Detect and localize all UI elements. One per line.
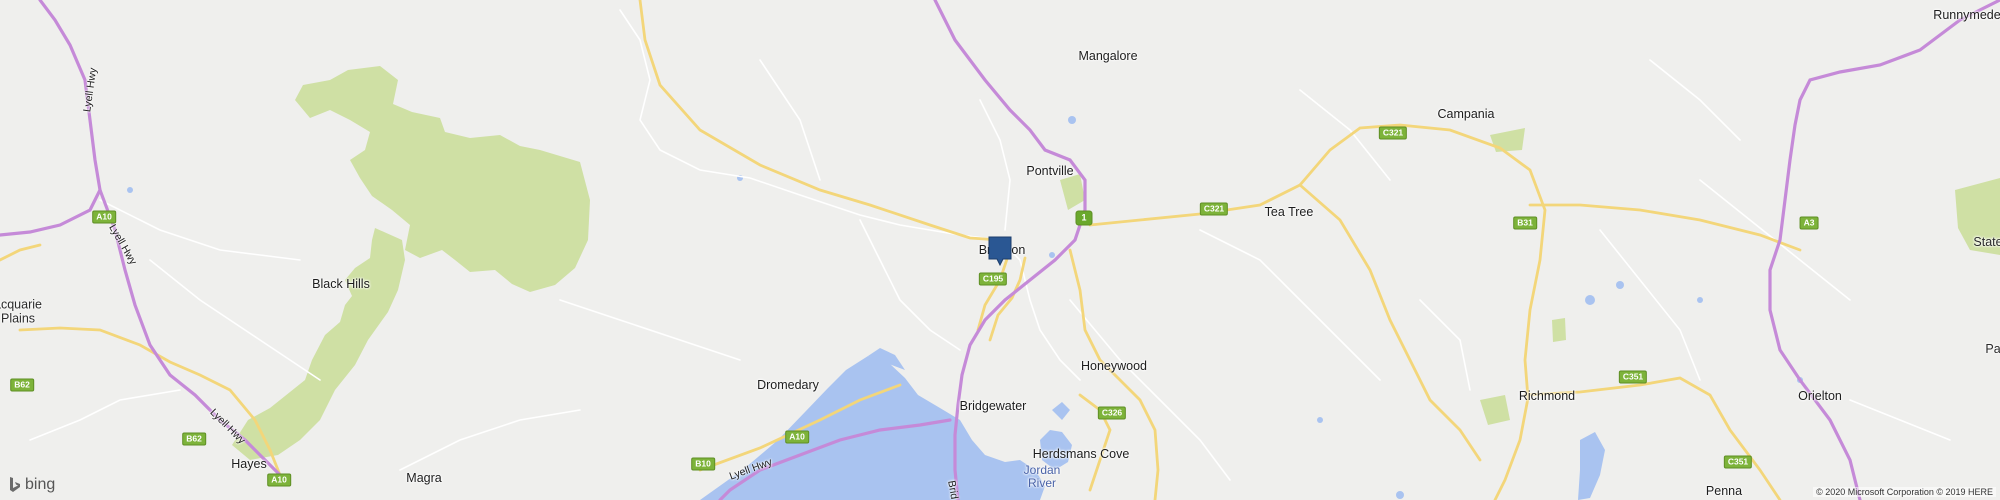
place-label-orielton: Orielton [1798,389,1842,404]
place-label-magra: Magra [406,471,442,486]
route-shield-b10: B10 [691,457,715,471]
bing-logo[interactable]: bing [8,476,55,494]
route-shield-a10: A10 [92,210,116,224]
place-label-bridgewater: Bridgewater [959,399,1027,414]
place-label-pontville: Pontville [1026,164,1074,179]
route-shield-c321: C321 [1199,202,1229,216]
place-label-macquarie-plains: acquarie Plains [0,297,42,325]
route-shield-c321: C321 [1378,126,1408,140]
map-canvas[interactable]: Runnymede Mangalore Campania Pontville T… [0,0,2000,500]
place-label-campania: Campania [1437,107,1495,122]
place-label-dromedary: Dromedary [757,378,819,393]
place-label-pa: Pa [1985,342,2000,357]
route-shield-a10: A10 [267,473,291,487]
road-label-bridgewater-rd: Brid [945,479,961,500]
route-shield-a3: A3 [1799,216,1819,230]
place-label-herdsmans-cove: Herdsmans Cove [1032,447,1130,462]
route-shield-b62: B62 [182,432,206,446]
place-label-penna: Penna [1705,484,1743,499]
place-label-hayes: Hayes [231,457,267,472]
place-label-jordan-river: Jordan River [1023,462,1061,490]
parkland-areas [232,66,2000,460]
route-shield-b62: B62 [10,378,34,392]
place-label-state-reserve: State [1973,235,2000,250]
place-label-mangalore: Mangalore [1078,49,1138,64]
place-label-tea-tree: Tea Tree [1264,205,1314,220]
place-label-richmond: Richmond [1518,389,1576,404]
route-shield-a10: A10 [785,430,809,444]
location-pin-shape [988,236,1012,267]
route-shield-b31: B31 [1513,216,1537,230]
place-label-runnymede: Runnymede [1933,8,2000,23]
place-label-black-hills: Black Hills [312,277,370,292]
location-pin-icon[interactable] [988,236,1012,267]
route-shield-c351: C351 [1723,455,1753,469]
route-shield-c326: C326 [1097,406,1127,420]
bing-logo-text: bing [25,476,56,493]
route-shield-national-1: 1 [1075,210,1093,226]
route-shield-c351: C351 [1618,370,1648,384]
route-shield-c195: C195 [978,272,1008,286]
map-attribution: © 2020 Microsoft Corporation © 2019 HERE [1813,487,1996,497]
bing-b-icon [10,477,20,492]
place-label-honeywood: Honeywood [1080,359,1148,374]
